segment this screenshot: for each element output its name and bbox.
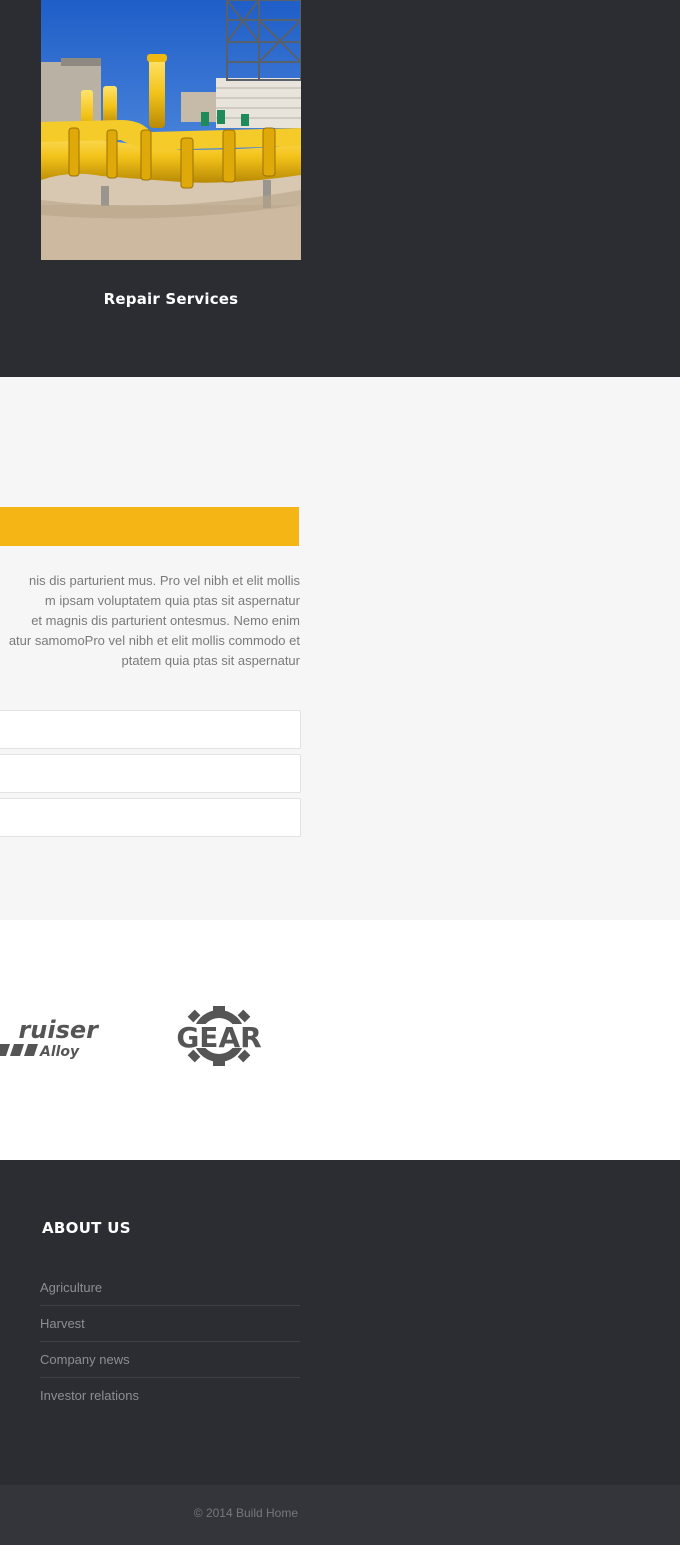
- partner-logos-section: ruiser Alloy GEAR: [0, 920, 680, 1160]
- form-field-2[interactable]: [0, 754, 301, 793]
- gear-logo[interactable]: GEAR: [176, 1006, 262, 1066]
- footer-link-list: Agriculture Harvest Company news Investo…: [40, 1270, 300, 1414]
- svg-text:ruiser: ruiser: [18, 1016, 100, 1044]
- footer-link-investor-relations[interactable]: Investor relations: [40, 1388, 139, 1403]
- paragraph-line: ptatem quia ptas sit aspernatur: [121, 653, 301, 668]
- paragraph-line: nis dis parturient mus. Pro vel nibh et …: [29, 573, 300, 588]
- copyright-bar: © 2014 Build Home: [0, 1485, 680, 1545]
- form-field-1[interactable]: [0, 710, 301, 749]
- service-title[interactable]: Repair Services: [41, 290, 301, 308]
- paragraph-line: m ipsam voluptatem quia ptas sit asperna…: [44, 593, 300, 608]
- footer-list-item: Company news: [40, 1342, 300, 1378]
- paragraph-line: atur samomoPro vel nibh et elit mollis c…: [8, 633, 300, 648]
- accent-heading-bar: [0, 507, 299, 546]
- repair-services-image[interactable]: [41, 0, 301, 260]
- footer-list-item: Harvest: [40, 1306, 300, 1342]
- footer-heading: ABOUT US: [42, 1219, 131, 1237]
- form-field-3[interactable]: [0, 798, 301, 837]
- footer: ABOUT US Agriculture Harvest Company new…: [0, 1160, 680, 1485]
- footer-list-item: Investor relations: [40, 1378, 300, 1414]
- services-section: Repair Services: [0, 0, 680, 377]
- footer-link-company-news[interactable]: Company news: [40, 1352, 130, 1367]
- svg-text:GEAR: GEAR: [176, 1021, 261, 1054]
- cruiser-alloy-logo[interactable]: ruiser Alloy: [0, 1016, 100, 1060]
- body-paragraph: nis dis parturient mus. Pro vel nibh et …: [0, 571, 300, 671]
- copyright-text: © 2014 Build Home: [193, 1506, 298, 1520]
- footer-list-item: Agriculture: [40, 1270, 300, 1306]
- footer-link-harvest[interactable]: Harvest: [40, 1316, 85, 1331]
- paragraph-line: et magnis dis parturient ontesmus. Nemo …: [31, 613, 300, 628]
- svg-text:Alloy: Alloy: [39, 1044, 80, 1060]
- footer-link-agriculture[interactable]: Agriculture: [40, 1280, 102, 1295]
- content-section: nis dis parturient mus. Pro vel nibh et …: [0, 377, 680, 920]
